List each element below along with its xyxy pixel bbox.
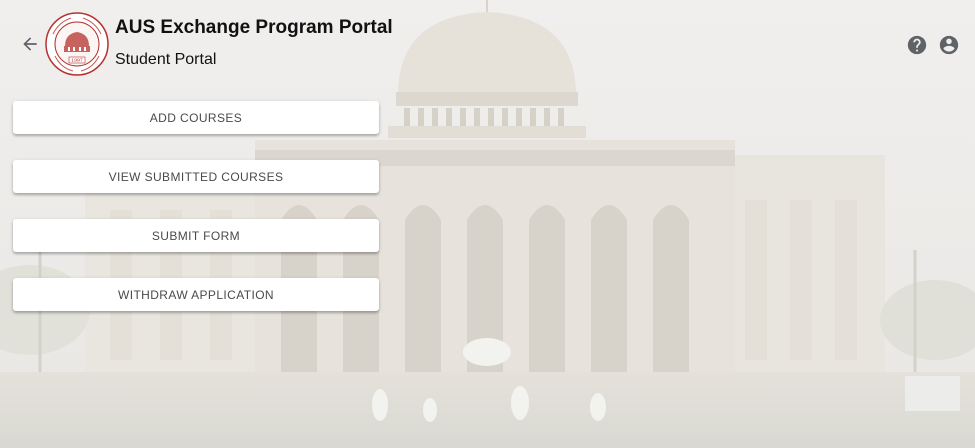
view-submitted-courses-button[interactable]: VIEW SUBMITTED COURSES	[13, 160, 379, 193]
withdraw-application-button[interactable]: WITHDRAW APPLICATION	[13, 278, 379, 311]
logo-year: 1997	[71, 58, 83, 64]
help-button[interactable]	[906, 34, 928, 56]
page-subtitle: Student Portal	[115, 51, 217, 68]
app-header: 1997 AUS Exchange Program Portal Student…	[0, 0, 975, 90]
account-circle-icon	[939, 35, 959, 55]
page-title: AUS Exchange Program Portal	[115, 17, 393, 38]
account-button[interactable]	[938, 34, 960, 56]
submit-form-button[interactable]: SUBMIT FORM	[13, 219, 379, 252]
add-courses-button[interactable]: ADD COURSES	[13, 101, 379, 134]
help-circle-icon	[907, 35, 927, 55]
back-button[interactable]	[16, 30, 44, 58]
action-menu: ADD COURSES VIEW SUBMITTED COURSES SUBMI…	[13, 101, 379, 337]
arrow-back-icon	[23, 37, 37, 51]
university-logo: 1997	[45, 12, 109, 76]
